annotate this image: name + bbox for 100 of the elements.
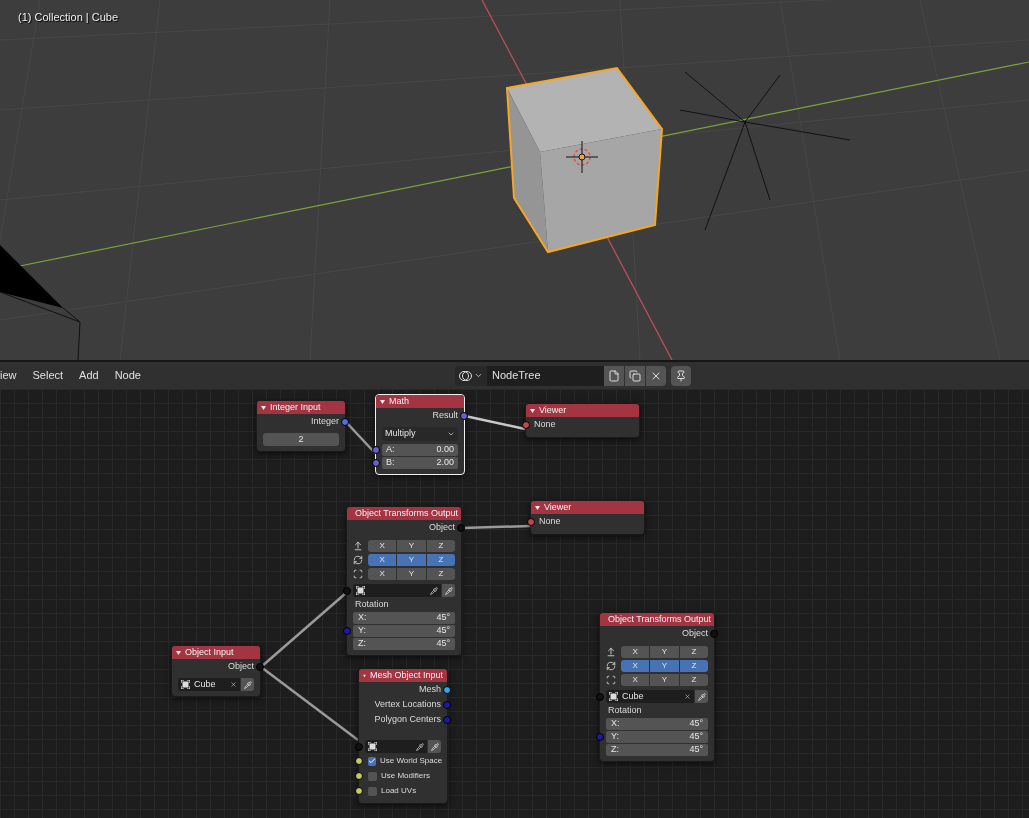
socket-label: Result xyxy=(432,409,458,423)
socket[interactable] xyxy=(522,421,530,429)
checkbox[interactable] xyxy=(368,756,376,766)
axis-toggle[interactable]: Z xyxy=(426,554,455,566)
number-field[interactable]: 2 xyxy=(263,433,339,446)
node[interactable]: Viewer None xyxy=(525,403,640,438)
node[interactable]: Object Input Object Cube xyxy=(171,645,261,697)
collapse-icon[interactable] xyxy=(380,399,385,404)
socket[interactable] xyxy=(443,686,451,694)
collapse-icon[interactable] xyxy=(363,673,366,678)
copy-icon xyxy=(629,369,641,382)
node-title: Mesh Object Input xyxy=(369,668,443,682)
node-title: Viewer xyxy=(539,403,567,417)
overlapping-circles-icon xyxy=(459,369,473,382)
axis-toggle[interactable]: Y xyxy=(397,540,426,552)
number-field[interactable]: X: 45° xyxy=(353,612,455,624)
eyedropper-button[interactable] xyxy=(442,584,455,597)
viewport-info-text: (1) Collection | Cube xyxy=(18,10,119,25)
object-icon xyxy=(181,680,190,689)
axis-toggle[interactable]: Y xyxy=(650,660,679,672)
node[interactable]: Viewer None xyxy=(530,500,645,535)
node-tree-field[interactable]: NodeTree xyxy=(487,365,604,386)
socket-label: Vertex Locations xyxy=(374,698,441,712)
close-button[interactable] xyxy=(646,365,666,386)
socket[interactable] xyxy=(256,663,264,671)
collapse-icon[interactable] xyxy=(261,405,266,410)
close-icon[interactable] xyxy=(230,681,237,688)
axis-toggle[interactable]: Z xyxy=(679,646,708,658)
node-title: Object Transforms Output xyxy=(608,612,712,626)
collapse-icon[interactable] xyxy=(176,650,181,655)
axis-toggle[interactable]: X xyxy=(368,568,397,580)
node[interactable]: Integer Input Integer 2 xyxy=(256,400,346,452)
number-field[interactable]: Y: 45° xyxy=(353,625,455,637)
eyedropper-icon xyxy=(430,742,439,751)
axis-toggle[interactable]: X xyxy=(621,646,650,658)
axis-toggle[interactable]: X xyxy=(368,540,397,552)
axis-toggle[interactable]: Y xyxy=(650,674,679,686)
axis-toggle[interactable]: X xyxy=(621,674,650,686)
checkbox-label: Load UVs xyxy=(381,785,417,797)
axis-toggle[interactable]: Y xyxy=(650,646,679,658)
axis-toggle[interactable]: Z xyxy=(679,660,708,672)
socket-label: Object xyxy=(228,660,254,674)
node-title: Object Input xyxy=(185,645,234,659)
checkbox[interactable] xyxy=(368,771,377,781)
number-field[interactable]: A: 0.00 xyxy=(382,444,458,456)
eyedropper-icon[interactable] xyxy=(416,742,424,751)
socket[interactable] xyxy=(355,757,363,765)
socket-label: None xyxy=(534,418,556,432)
axis-toggle[interactable]: X xyxy=(621,660,650,672)
number-field[interactable]: B: 2.00 xyxy=(382,457,458,469)
node-title: Integer Input xyxy=(270,400,321,414)
object-field[interactable] xyxy=(353,584,441,597)
axis-toggle[interactable]: X xyxy=(368,554,397,566)
collapse-icon[interactable] xyxy=(535,505,540,510)
eyedropper-icon xyxy=(444,586,453,595)
axis-toggle[interactable]: Y xyxy=(397,554,426,566)
menu-item[interactable]: Add xyxy=(79,367,99,384)
socket-label: Object xyxy=(682,627,708,641)
axis-toggle[interactable]: Z xyxy=(426,568,455,580)
node[interactable]: Mesh Object Input Mesh Vertex Locations Polygon Centers Use World Space Use Modifiers Load UVs xyxy=(358,668,448,804)
refresh-icon xyxy=(353,555,363,565)
menu-item[interactable]: Select xyxy=(32,367,64,384)
axis-toggle[interactable]: Z xyxy=(426,540,455,552)
axis-toggle[interactable]: Z xyxy=(679,674,708,686)
object-icon xyxy=(356,586,365,595)
object-icon xyxy=(609,692,618,701)
expand-icon xyxy=(353,569,363,579)
checkbox[interactable] xyxy=(368,786,377,796)
number-field[interactable]: X: 45° xyxy=(606,718,708,730)
node[interactable]: Math Result Multiply A: 0.00 B: 2.00 xyxy=(375,394,465,475)
eyedropper-icon xyxy=(243,680,252,689)
object-field[interactable]: Cube xyxy=(178,678,240,691)
number-field[interactable]: Z: 45° xyxy=(353,638,455,650)
section-label: Rotation xyxy=(608,703,642,717)
new-file-button[interactable] xyxy=(604,365,624,386)
arrow-up-icon xyxy=(606,647,616,657)
node[interactable]: Object Transforms Output Object X Y Z X Y Z X Y Z Rotation X: 45° Y: 45° Z: 45° xyxy=(346,506,462,656)
eyedropper-icon[interactable] xyxy=(430,586,438,595)
object-field[interactable]: Cube xyxy=(606,690,694,703)
number-field[interactable]: Y: 45° xyxy=(606,731,708,743)
socket[interactable] xyxy=(355,787,363,795)
number-field[interactable]: Z: 45° xyxy=(606,744,708,756)
editor-type-dropdown[interactable] xyxy=(455,365,487,386)
menu-item[interactable]: iew xyxy=(0,367,17,384)
socket-label: Mesh xyxy=(419,683,441,697)
file-icon xyxy=(608,369,620,382)
object-field[interactable] xyxy=(365,740,427,753)
copy-button[interactable] xyxy=(625,365,645,386)
operation-dropdown[interactable]: Multiply xyxy=(382,427,458,441)
eyedropper-button[interactable] xyxy=(428,740,441,753)
collapse-icon[interactable] xyxy=(530,408,535,413)
close-icon[interactable] xyxy=(684,693,691,700)
socket[interactable] xyxy=(355,772,363,780)
menu-item[interactable]: Node xyxy=(114,367,141,384)
axis-toggle[interactable]: Y xyxy=(397,568,426,580)
eyedropper-button[interactable] xyxy=(241,678,254,691)
node[interactable]: Object Transforms Output Object X Y Z X Y Z X Y Z Cube Rotation X: 45° Y: 45° Z: 45° xyxy=(599,612,715,762)
pin-icon xyxy=(675,369,687,382)
pin-button[interactable] xyxy=(671,365,691,386)
eyedropper-button[interactable] xyxy=(695,690,708,703)
